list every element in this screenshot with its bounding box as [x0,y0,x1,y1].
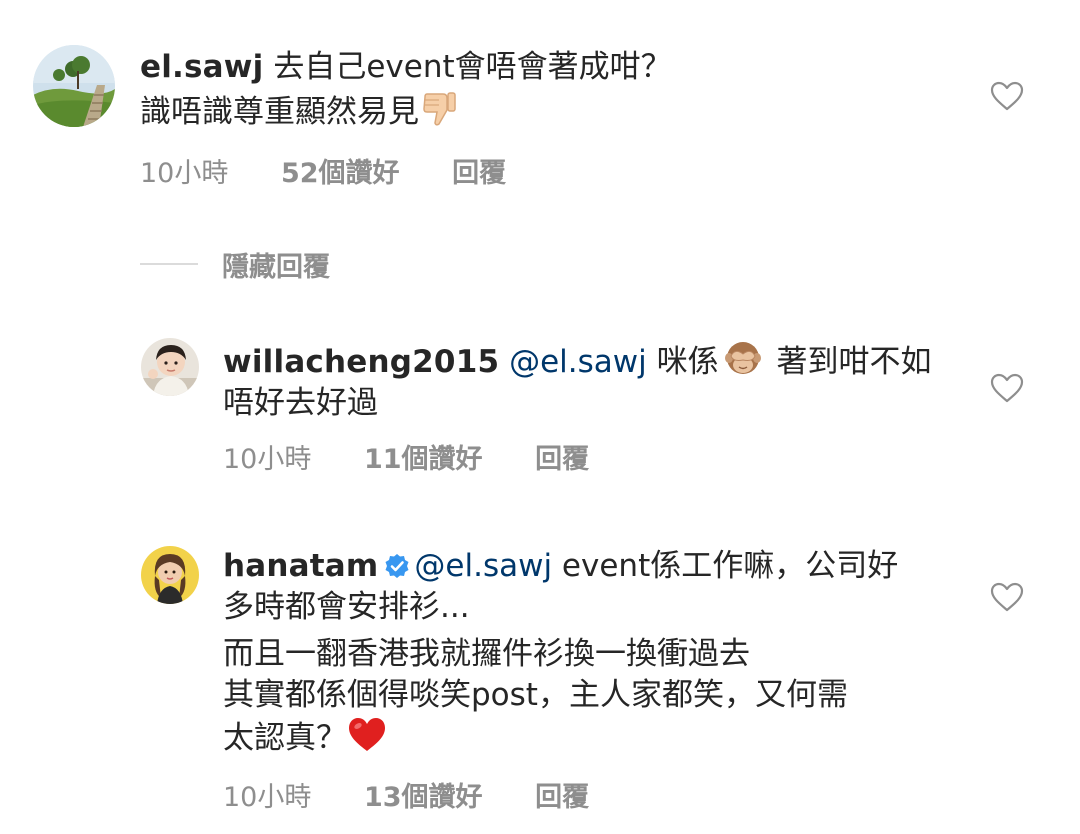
mention-link[interactable]: @el.sawj [414,548,552,584]
heart-outline-icon[interactable] [990,582,1024,612]
comment-body: event係工作嘛，公司好 [552,548,899,584]
avatar[interactable] [141,338,199,396]
heart-outline-icon[interactable] [990,81,1024,111]
verified-badge-icon [384,553,410,579]
comment-body: 其實都係個得啖笑post，主人家都笑，又何需 [223,677,848,713]
reply-button[interactable]: 回覆 [535,775,589,814]
avatar[interactable] [141,546,199,604]
comment-body: 識唔識尊重顯然易見 [140,94,419,130]
heart-outline-icon[interactable] [990,373,1024,403]
comment-meta: 10小時 13個讚好 回覆 [223,775,589,814]
reply-button[interactable]: 回覆 [535,437,589,476]
hide-replies-button[interactable]: 隱藏回覆 [140,244,330,284]
comment-body: 太認真？ [223,720,347,756]
comment-username[interactable]: willacheng2015 [223,344,499,380]
comment-body: 而且一翻香港我就攞件衫換一換衝過去 [223,636,750,672]
avatar[interactable] [33,45,115,127]
mention-link[interactable]: @el.sawj [509,344,647,380]
comment-meta: 10小時 11個讚好 回覆 [223,437,589,476]
comment-body: 多時都會安排衫... [223,589,470,625]
comment-body: 去自己event會唔會著成咁？ [263,49,672,85]
comment-text: el.sawj 去自己event會唔會著成咁？ 識唔識尊重顯然易見 [140,47,672,133]
comment-likes[interactable]: 52個讚好 [281,151,400,190]
comment-username[interactable]: hanatam [223,548,378,584]
comment-text: willacheng2015 @el.sawj 咪係 著到咁不如 唔好去好過 [223,338,931,424]
see-no-evil-monkey-icon [723,338,763,378]
comment-body: 唔好去好過 [223,385,378,421]
comment-time: 10小時 [140,158,229,189]
comment-meta: 10小時 52個讚好 回覆 [140,151,506,190]
comment-body: 咪係 [646,344,719,380]
comment-likes[interactable]: 13個讚好 [364,775,483,814]
divider-line [140,263,198,265]
comment-text: hanatam @el.sawj event係工作嘛，公司好 多時都會安排衫..… [223,546,898,759]
comment-username[interactable]: el.sawj [140,49,263,85]
red-heart-icon [347,716,387,754]
comment-body: 著到咁不如 [766,344,932,380]
comment-likes[interactable]: 11個讚好 [364,437,483,476]
thumbs-down-icon [419,88,459,128]
reply-button[interactable]: 回覆 [452,151,506,190]
comment-time: 10小時 [223,444,312,475]
hide-replies-label: 隱藏回覆 [222,251,330,283]
comment-time: 10小時 [223,782,312,813]
